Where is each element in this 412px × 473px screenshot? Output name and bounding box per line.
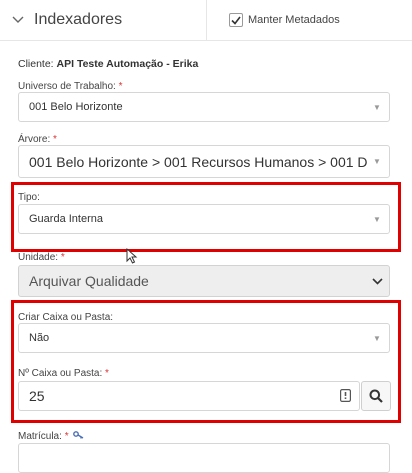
required-mark: * (53, 134, 57, 145)
keep-metadata-label: Manter Metadados (248, 14, 340, 26)
panel-header: Indexadores Manter Metadados (0, 0, 412, 41)
indexadores-toggle[interactable]: Indexadores (0, 0, 205, 40)
chevron-down-icon (8, 10, 28, 30)
mouse-cursor-icon (126, 247, 138, 269)
client-info: Cliente: API Teste Automação - Erika (18, 58, 198, 70)
arvore-select[interactable]: 001 Belo Horizonte > 001 Recursos Humano… (18, 145, 390, 178)
highlight-box-caixa (11, 300, 401, 423)
arvore-label: Árvore: * (18, 134, 57, 145)
key-icon[interactable] (73, 431, 84, 442)
required-mark: * (64, 431, 69, 443)
universo-value: 001 Belo Horizonte (29, 101, 123, 113)
caret-down-icon: ▼ (373, 157, 381, 166)
client-name: API Teste Automação - Erika (56, 58, 199, 70)
unidade-value: Arquivar Qualidade (29, 273, 149, 289)
universo-label: Universo de Trabalho: * (18, 81, 123, 92)
matricula-label: Matrícula: * (18, 431, 84, 442)
arvore-value: 001 Belo Horizonte > 001 Recursos Humano… (29, 153, 367, 170)
unidade-label: Unidade: * (18, 252, 65, 263)
arvore-label-text: Árvore: (18, 134, 51, 145)
universo-label-text: Universo de Trabalho: (18, 81, 116, 92)
keep-metadata-checkbox[interactable] (229, 13, 243, 27)
unidade-select[interactable]: Arquivar Qualidade (18, 265, 390, 297)
required-mark: * (118, 81, 123, 92)
chevron-down-icon (365, 266, 389, 296)
unidade-label-text: Unidade: (18, 252, 59, 263)
client-label: Cliente: (18, 58, 54, 70)
required-mark: * (60, 252, 65, 263)
universo-select[interactable]: 001 Belo Horizonte ▼ (18, 92, 390, 122)
checkmark-icon (231, 16, 241, 25)
matricula-input[interactable] (18, 443, 390, 473)
panel-title: Indexadores (34, 11, 123, 28)
matricula-label-text: Matrícula: (18, 431, 62, 443)
keep-metadata-option[interactable]: Manter Metadados (206, 0, 412, 40)
highlight-box-tipo (11, 182, 401, 252)
caret-down-icon: ▼ (373, 102, 381, 112)
